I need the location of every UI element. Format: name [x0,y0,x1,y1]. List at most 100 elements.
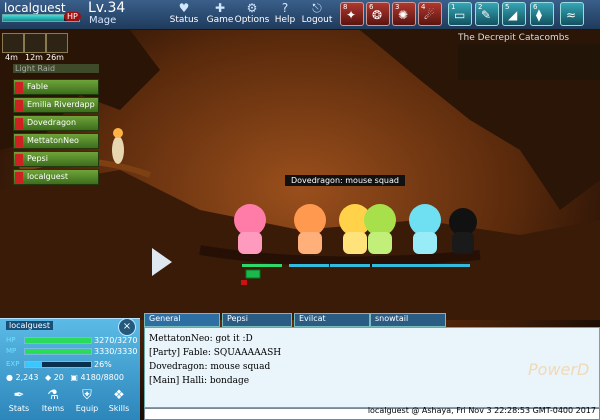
raid-member-row[interactable]: Pepsi [13,151,99,167]
arrow-cursor-icon [152,248,172,276]
hp-value: 3270/3270 [94,336,138,345]
chat-tab-snowtail[interactable]: snowtail [370,313,446,327]
sword-icon [15,136,23,147]
gem-value: 20 [53,373,64,382]
sword-icon [15,100,23,111]
status-button[interactable]: ♥ Status [164,2,204,28]
target-marker [245,269,261,279]
target-marker-red [241,280,247,285]
player-hp-bar [242,264,282,267]
cyan-lion-sprite [409,204,441,254]
sword-icon [15,154,23,165]
raid-member-row[interactable]: Emilia Riverdapp [13,97,99,113]
yellow-lion-sprite [339,204,371,254]
hp-row: HP 3270/3270 [4,336,138,345]
wave-icon: ≈ [566,8,577,22]
sword-icon [15,172,23,183]
raid-title: Light Raid [13,64,99,73]
gold-icon: ● [6,373,13,382]
storage-value: 4180/8800 [80,373,124,382]
buff-3-time: 26m [46,53,64,62]
npc-figure[interactable] [112,128,124,164]
skill-slot-6[interactable]: 6 ❂ [366,2,390,26]
skill-8-icon: ✦ [346,8,357,22]
skills-button[interactable]: ❖ Skills [104,388,134,416]
sword-icon [15,82,23,93]
skill-slot-8[interactable]: 8 ✦ [340,2,364,26]
chat-tab-general[interactable]: General [144,313,220,327]
chat-tab-pepsi[interactable]: Pepsi [222,313,292,327]
mp-bar-fill [25,349,91,354]
player-mp-bar [289,264,329,267]
skill-slot-4[interactable]: 4 ☄ [418,2,442,26]
bag-icon: ▣ [70,373,78,382]
items-button[interactable]: ⚗ Items [38,388,68,416]
skill-slot-6b[interactable]: 6 ⧫ [530,2,554,26]
items-icon: ⚗ [47,388,59,403]
skill-6b-icon: ⧫ [536,8,542,22]
mp-label: MP [6,347,17,355]
skill-4-icon: ☄ [424,8,435,22]
player-level: Lv.34 [88,0,126,16]
skill-slot-1[interactable]: 1 ▭ [448,2,472,26]
buff-1-icon[interactable] [2,33,24,53]
buff-3-icon[interactable] [46,33,68,53]
pink-lion-sprite [234,204,266,254]
skill-slot-5[interactable]: 5 ◢ [502,2,526,26]
player-mp-bar [410,264,470,267]
raid-member-row[interactable]: localguest [13,169,99,185]
stats-icon: ✒ [13,388,25,403]
skill-slot-3[interactable]: 3 ✺ [392,2,416,26]
chat-tab-evilcat[interactable]: Evilcat [294,313,370,327]
chat-line: [Main] Halli: bondage [149,376,250,386]
hp-bar [24,337,92,344]
player-class: Mage [89,15,117,26]
equip-button[interactable]: ⛨ Equip [72,388,102,416]
raid-member-row[interactable]: Fable [13,79,99,95]
skill-5-icon: ◢ [508,8,518,22]
raid-member-row[interactable]: Dovedragon [13,115,99,131]
stats-button[interactable]: ✒ Stats [4,388,34,416]
player-mp-bar [330,264,370,267]
exp-bar [24,361,92,368]
chat-bubble: Dovedragon: mouse squad [285,175,405,186]
exp-value: 26% [94,360,112,369]
chat-line: MettatonNeo: got it :D [149,334,253,344]
chat-line: Dovedragon: mouse squad [149,362,271,372]
heart-icon: ♥ [178,1,190,15]
green-lion-sprite [364,204,396,254]
hp-label: HP [6,336,16,344]
skill-6-icon: ❂ [372,8,383,22]
logout-icon: ⎋ [312,1,322,15]
equip-icon: ⛨ [82,388,92,403]
exp-row: EXP 26% [4,360,138,369]
gold-value: 2,243 [15,373,39,382]
shadow-creature-sprite [449,208,477,254]
hp-mini-fill [3,15,64,21]
top-hud: localguest HP Lv.34 Mage ♥ Status ✚ Game ⚙… [0,0,600,30]
skill-2-icon: ✎ [481,8,492,22]
close-icon[interactable]: × [118,318,136,336]
buff-1-time: 4m [5,53,18,62]
gem-icon: ◆ [44,373,52,382]
sword-icon [15,118,23,129]
buff-2-icon[interactable] [24,33,46,53]
brand-logo: PowerD [528,360,590,379]
player-mp-bar [372,264,412,267]
status-player-name: localguest [6,321,54,330]
skills-icon: ❖ [113,388,125,403]
skill-slot-extra[interactable]: ≈ [560,2,584,26]
chat-line: [Party] Fable: SQUAAAAASH [149,348,282,358]
currency-row: ● 2,243 ◆ 20 ▣ 4180/8800 [6,373,124,382]
mp-row: MP 3330/3330 [4,347,138,356]
hp-bar-fill [25,338,91,343]
zone-name: The Decrepit Catacombs [458,33,570,43]
hp-badge: HP [64,12,81,21]
logout-button[interactable]: ⎋ Logout [297,2,337,28]
exp-bar-fill [25,362,43,367]
minimap[interactable] [458,44,600,80]
skill-slot-2[interactable]: 2 ✎ [475,2,499,26]
raid-member-row[interactable]: MettatonNeo [13,133,99,149]
exp-label: EXP [6,360,20,368]
buff-2-time: 12m [25,53,43,62]
